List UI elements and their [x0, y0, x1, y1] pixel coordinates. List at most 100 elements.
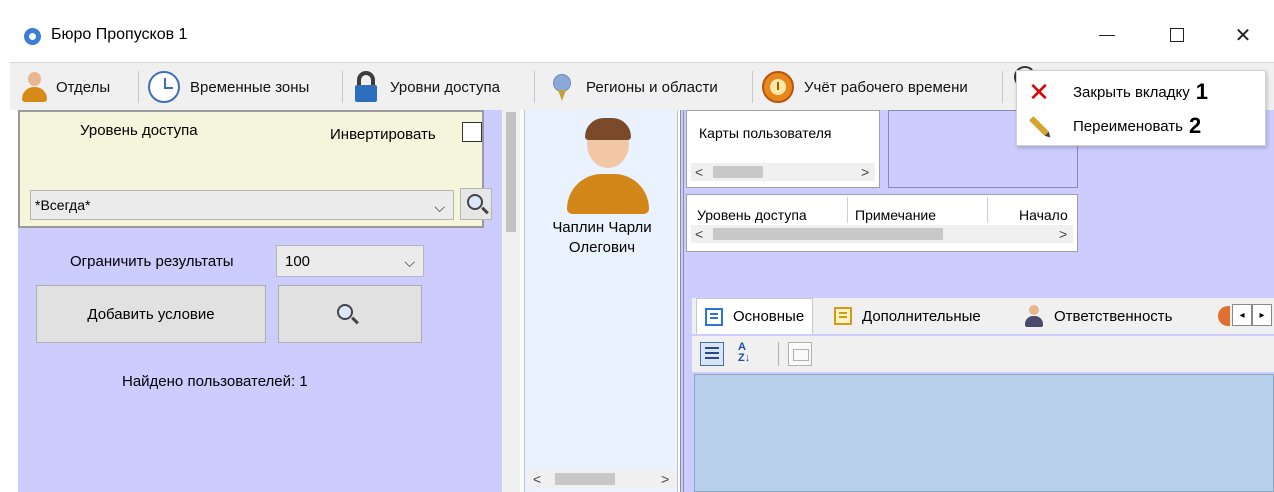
maximize-icon — [1170, 28, 1184, 42]
user-name[interactable]: Чаплин Чарли Олегович — [525, 218, 679, 258]
scroll-left-icon[interactable]: < — [533, 470, 541, 488]
tab-separator — [138, 71, 139, 103]
search-icon — [467, 194, 483, 210]
tab-label: Учёт рабочего времени — [804, 78, 968, 96]
user-details-panel: Карты пользователя < > Уровень доступа П… — [686, 110, 1274, 492]
access-level-label: Уровень доступа — [80, 122, 198, 139]
tab-access-levels[interactable]: Уровни доступа — [354, 67, 500, 107]
tab-context-menu: ✕ Закрыть вкладку 1 Переименовать 2 — [1016, 70, 1266, 146]
scrollbar-thumb[interactable] — [713, 228, 943, 240]
tab-label: Уровни доступа — [390, 78, 500, 96]
tab-scroll-left-button[interactable]: ◂ — [1232, 304, 1252, 326]
add-condition-button[interactable]: Добавить условие — [36, 285, 266, 343]
tab-label: Отделы — [56, 78, 111, 96]
grid-scrollbar[interactable]: < > — [691, 225, 1073, 243]
minimize-button[interactable] — [1084, 18, 1130, 52]
tab-responsibility[interactable]: Ответственность — [1024, 298, 1173, 334]
found-users-text: Найдено пользователей: 1 — [122, 373, 308, 390]
access-level-dropdown[interactable]: *Всегда* ⌵ — [30, 190, 454, 220]
scroll-right-icon[interactable]: > — [861, 163, 869, 181]
scroll-left-icon[interactable]: < — [695, 225, 703, 243]
tab-separator — [534, 71, 535, 103]
access-level-filter: Уровень доступа Инвертировать *Всегда* ⌵ — [18, 110, 492, 228]
column-header[interactable]: Начало — [1019, 207, 1068, 223]
user-list-panel: Чаплин Чарли Олегович < > — [524, 110, 678, 492]
menu-item-label: Переименовать — [1073, 117, 1183, 135]
tab-label: Ответственность — [1054, 307, 1173, 325]
close-icon: ✕ — [1028, 77, 1050, 107]
property-pages-icon[interactable] — [788, 342, 812, 366]
tab-additional[interactable]: Дополнительные — [834, 298, 981, 334]
limit-results-label: Ограничить результаты — [70, 253, 234, 270]
scroll-right-icon[interactable]: > — [661, 470, 669, 488]
tab-icon-partial — [1218, 306, 1230, 326]
pin-icon — [550, 71, 574, 103]
list-icon — [705, 307, 723, 326]
tab-label: Временные зоны — [190, 78, 310, 96]
tab-scroll-right-button[interactable]: ▸ — [1252, 304, 1272, 326]
left-scrollbar[interactable] — [502, 110, 520, 492]
tab-label: Дополнительные — [862, 307, 981, 325]
responsible-person-icon — [1024, 305, 1044, 327]
invert-checkbox[interactable] — [462, 122, 482, 142]
invert-label: Инвертировать — [330, 126, 436, 143]
user-cards-list: Карты пользователя < > — [686, 110, 880, 188]
tab-scroll-buttons: ◂ ▸ — [1232, 304, 1272, 326]
menu-item-label: Закрыть вкладку — [1073, 83, 1190, 101]
scrollbar-thumb[interactable] — [506, 112, 516, 232]
search-button[interactable] — [278, 285, 422, 343]
categorized-view-icon[interactable] — [700, 342, 724, 366]
property-tabs: Основные Дополнительные Ответственность … — [692, 298, 1274, 334]
cards-scrollbar[interactable]: < > — [691, 163, 875, 181]
search-icon — [337, 304, 353, 320]
minimize-icon — [1099, 34, 1115, 36]
clock-icon — [148, 71, 180, 103]
work-time-icon — [762, 71, 794, 103]
user-list-scrollbar[interactable]: < > — [529, 470, 675, 488]
column-header[interactable]: Уровень доступа — [697, 207, 807, 223]
menu-item-rename[interactable]: Переименовать 2 — [1017, 108, 1267, 144]
tab-separator — [342, 71, 343, 103]
title-bar: Бюро Пропусков 1 ✕ — [0, 0, 1274, 62]
column-separator — [847, 197, 848, 223]
person-icon — [20, 70, 48, 104]
app-icon — [24, 28, 41, 45]
user-avatar[interactable] — [567, 116, 649, 216]
callout-number: 2 — [1188, 113, 1202, 138]
menu-item-close-tab[interactable]: ✕ Закрыть вкладку 1 — [1017, 74, 1267, 110]
access-level-search-button[interactable] — [460, 188, 492, 220]
tab-main[interactable]: Основные — [696, 298, 814, 334]
tab-separator — [752, 71, 753, 103]
tab-separator — [1002, 71, 1003, 103]
chevron-down-icon: ⌵ — [434, 199, 445, 215]
tab-label: Регионы и области — [586, 78, 718, 96]
limit-results-value: 100 — [285, 252, 311, 270]
tab-work-time[interactable]: Учёт рабочего времени — [762, 67, 968, 107]
tab-label: Основные — [733, 308, 805, 325]
scroll-right-icon[interactable]: > — [1059, 225, 1067, 243]
access-levels-grid: Уровень доступа Примечание Начало < > — [686, 194, 1078, 252]
toolbar-separator — [778, 342, 779, 366]
scrollbar-thumb[interactable] — [555, 473, 615, 485]
sort-alphabetical-icon[interactable]: A Z↓ — [738, 342, 762, 366]
pencil-icon — [1027, 114, 1051, 138]
list-icon — [834, 307, 852, 325]
callout-number: 1 — [1195, 79, 1208, 104]
tab-departments[interactable]: Отделы — [20, 67, 110, 107]
property-grid-toolbar: A Z↓ — [692, 336, 1274, 372]
chevron-down-icon: ⌵ — [404, 254, 415, 270]
scrollbar-thumb[interactable] — [713, 166, 763, 178]
user-search-panel: Уровень доступа Инвертировать *Всегда* ⌵… — [18, 110, 502, 492]
limit-results-dropdown[interactable]: 100 ⌵ — [276, 245, 424, 277]
cards-title: Карты пользователя — [699, 125, 832, 141]
tab-time-zones[interactable]: Временные зоны — [148, 67, 309, 107]
maximize-button[interactable] — [1154, 18, 1200, 52]
column-header[interactable]: Примечание — [855, 207, 936, 223]
access-level-value: *Всегда* — [35, 197, 91, 213]
property-grid[interactable] — [694, 374, 1274, 492]
scroll-left-icon[interactable]: < — [695, 163, 703, 181]
lock-icon — [354, 70, 378, 104]
close-window-button[interactable]: ✕ — [1220, 18, 1266, 52]
tab-regions[interactable]: Регионы и области — [550, 67, 718, 107]
column-separator — [987, 197, 988, 223]
